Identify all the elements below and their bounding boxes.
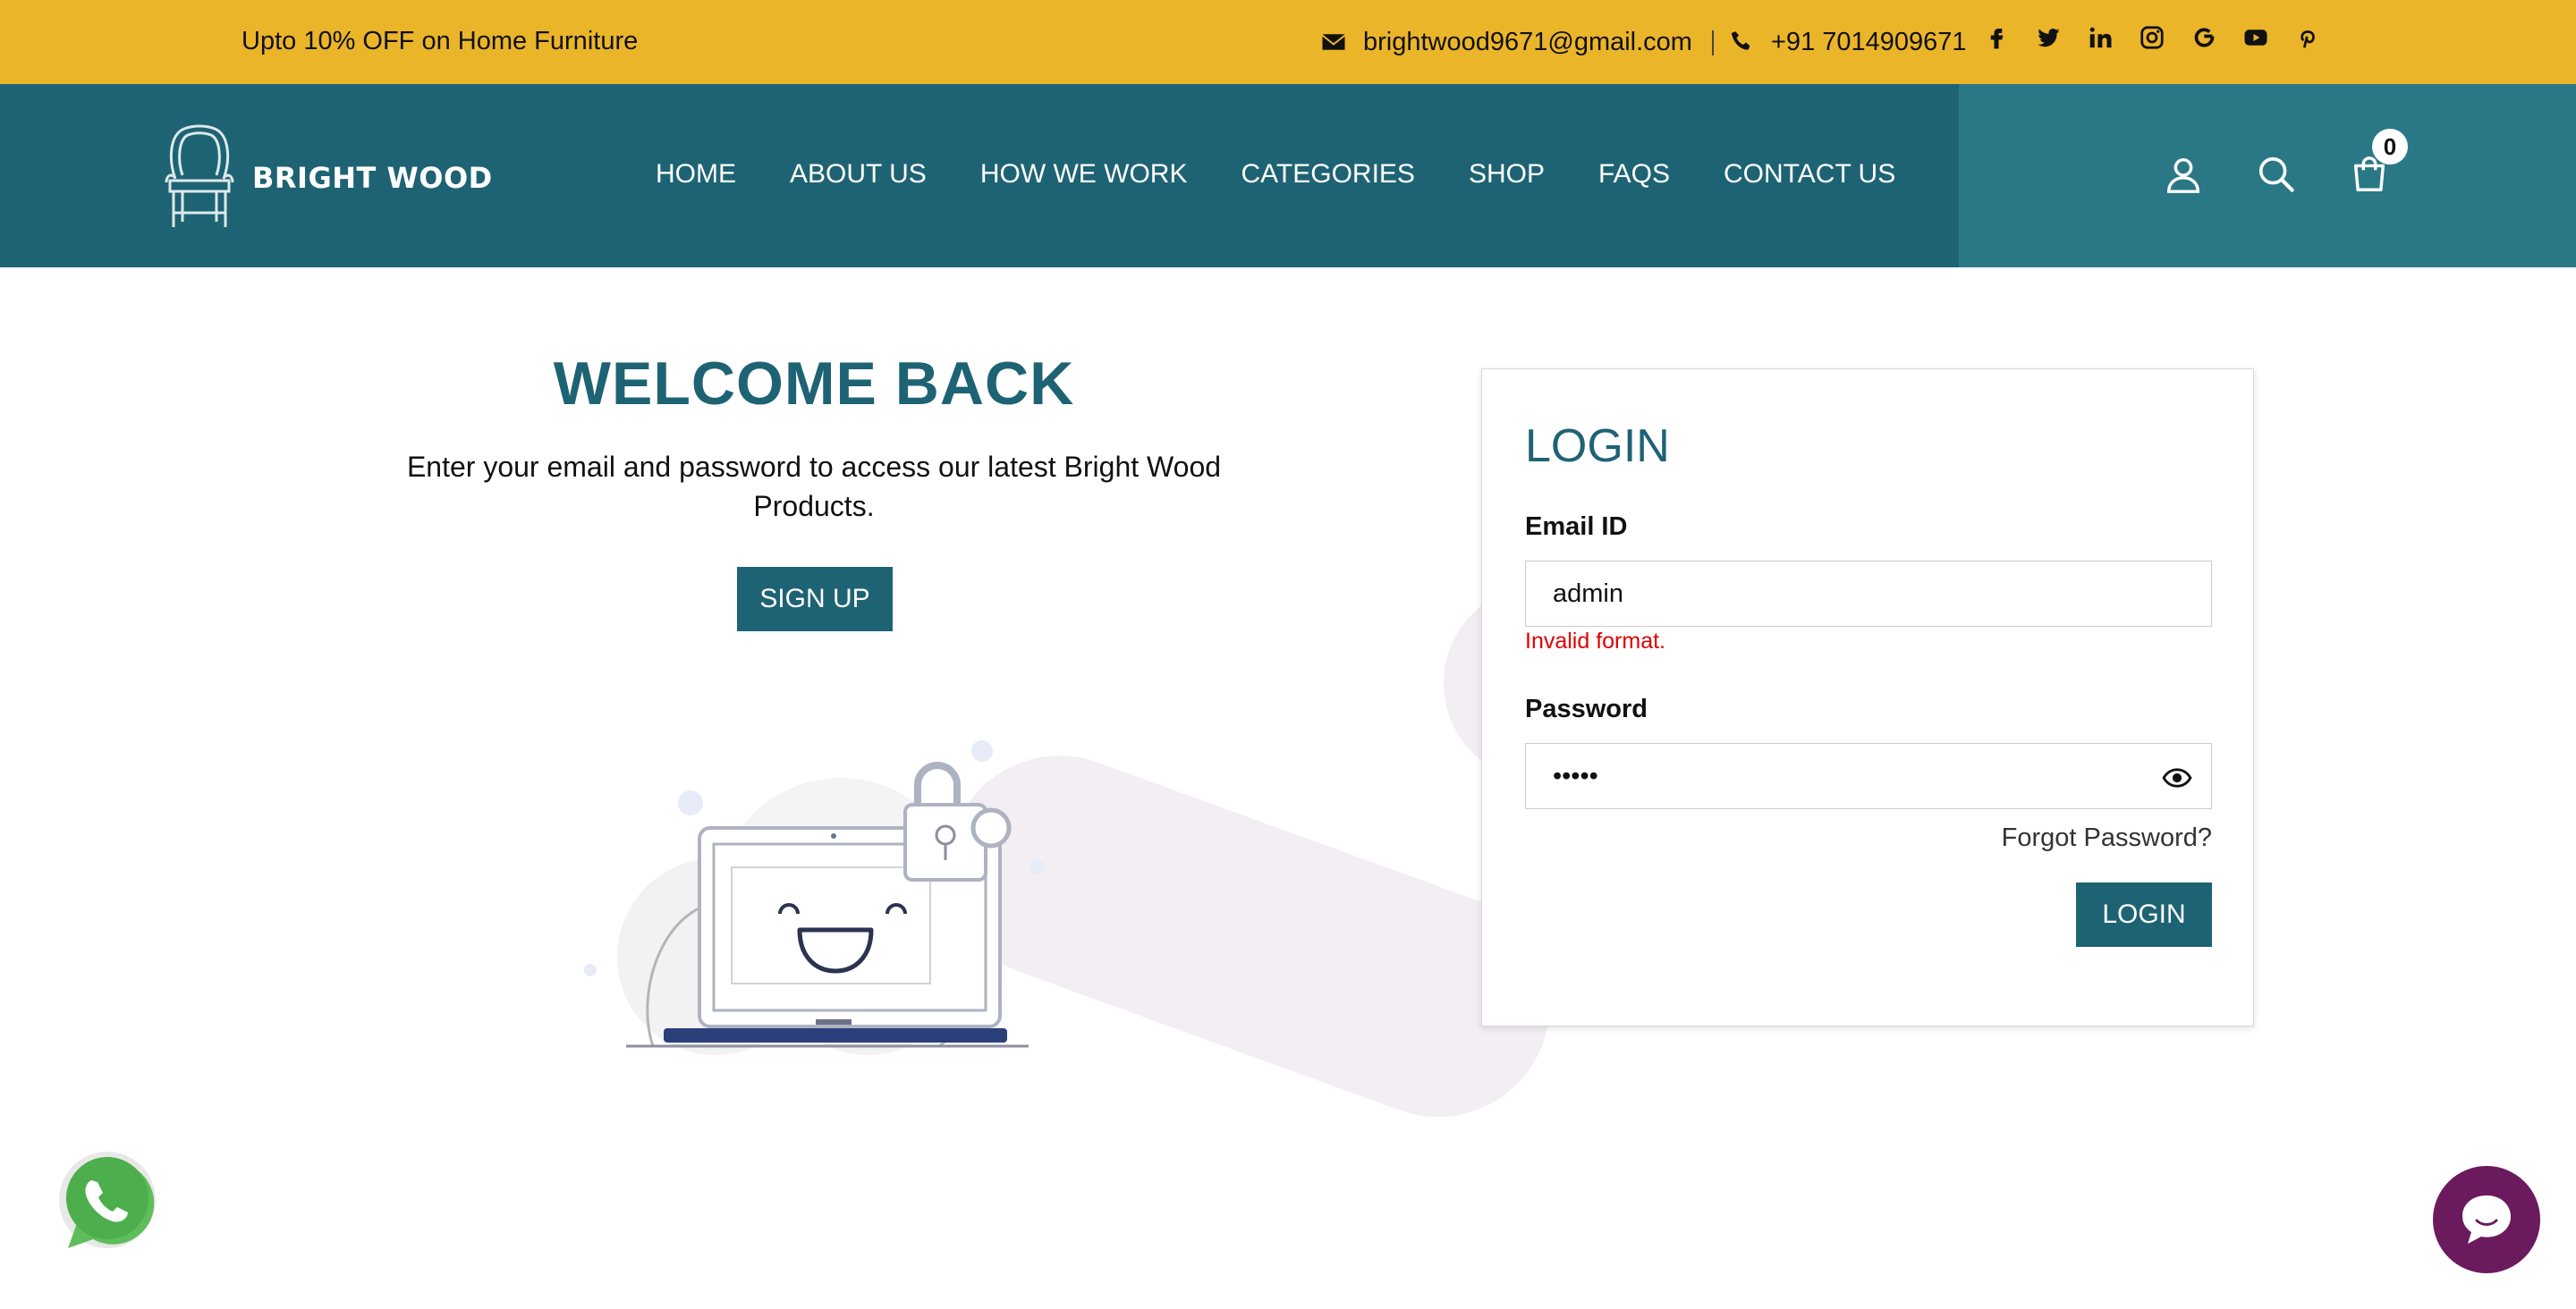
user-icon — [2166, 157, 2200, 193]
phone-icon — [1731, 31, 1750, 50]
envelope-icon — [1322, 34, 1345, 50]
nav-actions: 0 — [2163, 129, 2408, 195]
instagram-icon[interactable] — [2138, 23, 2166, 52]
nav-menu: HOME ABOUT US HOW WE WORK CATEGORIES SHO… — [656, 159, 1949, 190]
nav-item-how-we-work[interactable]: HOW WE WORK — [980, 159, 1188, 190]
live-chat-button[interactable] — [2433, 1166, 2540, 1273]
contact-email[interactable]: brightwood9671@gmail.com — [1320, 25, 1692, 59]
contact-phone[interactable]: +91 7014909671 — [1728, 25, 1967, 59]
eye-icon[interactable] — [2162, 763, 2192, 793]
welcome-text: Enter your email and password to access … — [406, 451, 1222, 522]
divider — [1712, 30, 1714, 55]
pinterest-icon[interactable] — [2293, 23, 2322, 52]
youtube-icon[interactable] — [2241, 23, 2270, 52]
nav-item-about-us[interactable]: ABOUT US — [790, 159, 927, 190]
sign-up-button[interactable]: SIGN UP — [737, 567, 893, 631]
cart-count-badge: 0 — [2372, 129, 2408, 165]
cart-button[interactable]: 0 — [2349, 129, 2408, 195]
welcome-title: WELCOME BACK — [553, 350, 1075, 418]
social-links — [1982, 23, 2322, 52]
brand-logo[interactable]: BRIGHT WOOD — [163, 123, 493, 232]
promo-text: Upto 10% OFF on Home Furniture — [242, 27, 639, 55]
whatsapp-icon[interactable] — [52, 1148, 159, 1255]
account-button[interactable] — [2163, 154, 2204, 195]
email-label: Email ID — [1525, 512, 1628, 541]
laptop-lock-illustration — [584, 740, 1045, 1055]
chair-logo-icon — [165, 124, 234, 227]
nav-item-shop[interactable]: SHOP — [1469, 159, 1545, 190]
facebook-icon[interactable] — [1982, 23, 2011, 52]
linkedin-icon[interactable] — [2086, 23, 2114, 52]
nav-item-categories[interactable]: CATEGORIES — [1241, 159, 1414, 190]
twitter-icon[interactable] — [2034, 23, 2063, 52]
email-field[interactable] — [1525, 561, 2212, 627]
promo-bar: Upto 10% OFF on Home Furniture brightwoo… — [0, 0, 2576, 84]
login-button[interactable]: LOGIN — [2076, 883, 2212, 947]
email-text: brightwood9671@gmail.com — [1363, 27, 1692, 56]
email-error-text: Invalid format. — [1525, 629, 1666, 654]
forgot-password-link[interactable]: Forgot Password? — [2002, 823, 2212, 853]
search-button[interactable] — [2256, 154, 2297, 195]
brand-name: BRIGHT WOOD — [252, 161, 493, 195]
password-field[interactable] — [1525, 743, 2212, 809]
login-card: LOGIN Email ID Invalid format. Password … — [1481, 368, 2254, 1026]
password-label: Password — [1525, 695, 1648, 723]
nav-item-contact-us[interactable]: CONTACT US — [1724, 159, 1895, 190]
chat-bubble-icon — [2462, 1195, 2511, 1244]
nav-item-faqs[interactable]: FAQS — [1598, 159, 1670, 190]
welcome-section: WELCOME BACK Enter your email and passwo… — [376, 349, 1252, 526]
nav-item-home[interactable]: HOME — [656, 159, 736, 190]
search-icon — [2258, 156, 2294, 192]
google-icon[interactable] — [2190, 23, 2218, 52]
login-title: LOGIN — [1525, 420, 1670, 472]
phone-text: +91 7014909671 — [1771, 27, 1967, 56]
